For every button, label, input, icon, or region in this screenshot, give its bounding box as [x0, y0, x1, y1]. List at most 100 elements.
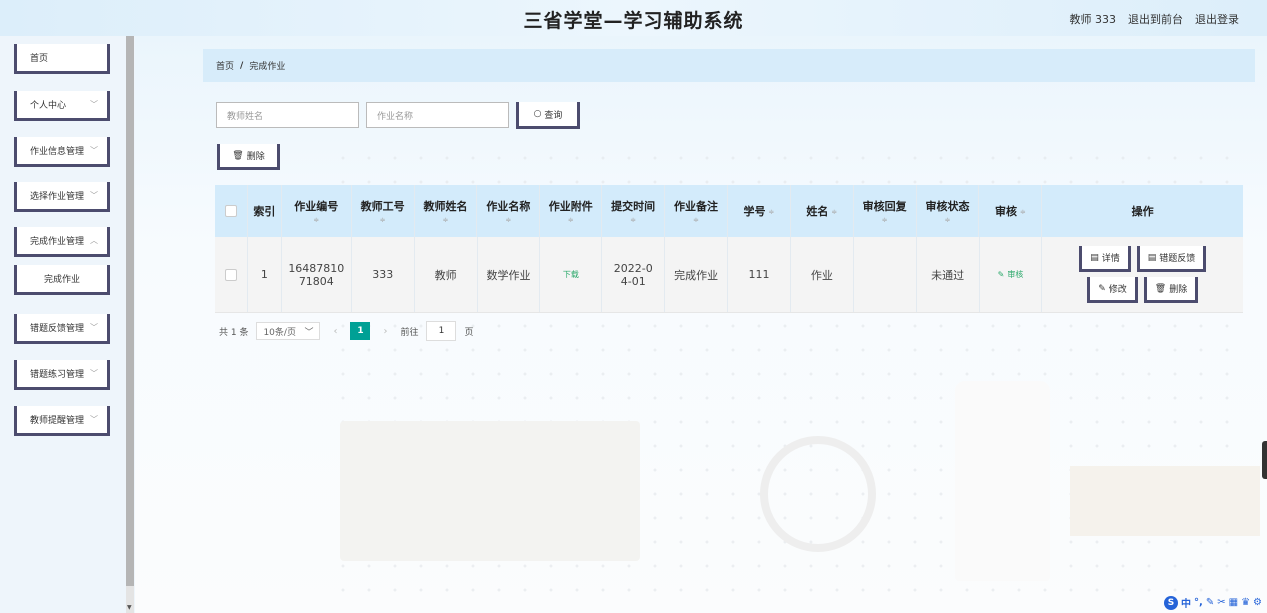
trash-icon: 🗑	[1154, 283, 1167, 294]
submit-time-cell: 2022-04-01	[602, 237, 666, 312]
row-checkbox[interactable]	[224, 268, 237, 281]
header-cell[interactable]: 审核状态 ≑	[917, 185, 980, 237]
header-cell[interactable]: 审核回复 ≑	[854, 185, 917, 237]
sidebar-item-label: 选择作业管理	[30, 192, 85, 202]
sort-icon[interactable]: ≑	[693, 216, 699, 224]
header-cell[interactable]: 姓名 ≑	[791, 185, 854, 237]
ime-pen-icon[interactable]: ✎	[1206, 597, 1214, 608]
chevron-down-icon: ﹀	[90, 100, 98, 109]
query-label: 查询	[544, 110, 563, 121]
sidebar-item-error-feedback[interactable]: 错题反馈管理 ﹀	[14, 314, 110, 344]
user-name: 教师 333	[1069, 13, 1117, 26]
search-icon: ○	[533, 109, 542, 119]
side-handle[interactable]	[1262, 441, 1267, 479]
teacher-name-cell: 教师	[415, 237, 478, 312]
background-decoration	[760, 436, 876, 552]
audit-status-cell: 未通过	[917, 237, 980, 312]
chevron-up-icon: ︿	[90, 236, 98, 245]
breadcrumb-separator: /	[240, 60, 244, 71]
header-cell[interactable]: 学号 ≑	[728, 185, 791, 237]
ime-logo-icon[interactable]: S	[1164, 595, 1179, 610]
homework-name-input[interactable]: 作业名称	[366, 102, 509, 128]
ime-scissors-icon[interactable]: ✂	[1217, 597, 1225, 608]
sort-icon[interactable]: ≑	[443, 216, 449, 224]
sidebar: 首页 个人中心 ﹀ 作业信息管理 ﹀ 选择作业管理 ﹀ 完成作业管理 ︿ 完成作业 错题…	[0, 36, 135, 613]
query-button[interactable]: ○ 查询	[516, 102, 580, 129]
prev-page-icon[interactable]: ‹	[328, 326, 342, 337]
sidebar-item-label: 作业信息管理	[30, 147, 85, 157]
sort-icon[interactable]: ≑	[313, 216, 319, 224]
header-cell: 操作	[1131, 205, 1154, 218]
homework-table: 索引 作业编号 ≑ 教师工号 ≑ 教师姓名 ≑ 作业名称 ≑ 作业附件 ≑ 提交时间 ≑ 作…	[215, 185, 1243, 313]
sidebar-item-choose-homework[interactable]: 选择作业管理 ﹀	[14, 182, 110, 212]
chevron-down-icon: ﹀	[90, 323, 98, 332]
index-cell: 1	[248, 237, 282, 312]
page-size-select[interactable]: 10条/页 ﹀	[256, 322, 321, 340]
trash-icon: 🗑	[232, 150, 244, 161]
sidebar-item-error-practice[interactable]: 错题练习管理 ﹀	[14, 360, 110, 390]
ime-mode-icon[interactable]: 中	[1181, 595, 1191, 610]
ime-punct-icon[interactable]: °,	[1194, 597, 1203, 608]
scrollbar-thumb[interactable]	[126, 36, 134, 586]
header-cell[interactable]: 提交时间 ≑	[602, 185, 666, 237]
sort-icon[interactable]: ≑	[882, 216, 888, 224]
scroll-down-icon[interactable]: ▼	[127, 604, 132, 611]
sidebar-item-teacher-reminder[interactable]: 教师提醒管理 ﹀	[14, 406, 110, 436]
back-to-front-link[interactable]: 退出到前台	[1128, 11, 1183, 27]
header-cell[interactable]: 作业名称 ≑	[477, 185, 541, 237]
sort-icon[interactable]: ≑	[568, 216, 574, 224]
next-page-icon[interactable]: ›	[378, 326, 392, 337]
document-icon: ▤	[1147, 252, 1157, 263]
detail-button[interactable]: ▤ 详情	[1079, 246, 1131, 272]
breadcrumb-home[interactable]: 首页	[216, 59, 234, 72]
error-feedback-button[interactable]: ▤ 错题反馈	[1136, 246, 1207, 272]
chevron-down-icon: ﹀	[304, 327, 314, 338]
header-cell[interactable]: 教师姓名 ≑	[415, 185, 478, 237]
sort-icon[interactable]: ≑	[1020, 208, 1026, 216]
sidebar-item-homework-info[interactable]: 作业信息管理 ﹀	[14, 137, 110, 167]
main-content: 首页 / 完成作业 教师姓名 作业名称 ○ 查询 🗑 删除 索引 作业编号 ≑ 教…	[190, 36, 1267, 613]
header-cell: 索引	[248, 185, 282, 237]
sidebar-item-completed-homework-mgmt[interactable]: 完成作业管理 ︿	[14, 227, 110, 257]
sort-icon[interactable]: ≑	[768, 208, 774, 216]
ime-keyboard-icon[interactable]: ▦	[1229, 597, 1238, 608]
logout-link[interactable]: 退出登录	[1195, 11, 1239, 27]
sidebar-item-home[interactable]: 首页	[14, 44, 110, 74]
header-cell[interactable]: 教师工号 ≑	[352, 185, 415, 237]
audit-link[interactable]: 审核	[1007, 269, 1023, 280]
sidebar-scrollbar[interactable]: ▼	[126, 36, 134, 613]
sort-icon[interactable]: ≑	[630, 216, 636, 224]
goto-page-input[interactable]: 1	[426, 321, 457, 341]
table-header: 索引 作业编号 ≑ 教师工号 ≑ 教师姓名 ≑ 作业名称 ≑ 作业附件 ≑ 提交时间 ≑ 作…	[215, 185, 1243, 237]
download-link[interactable]: 下载	[563, 269, 579, 280]
select-all-checkbox[interactable]	[224, 205, 237, 217]
teacher-no-cell: 333	[352, 237, 415, 312]
header-cell[interactable]: 作业编号 ≑	[282, 185, 352, 237]
sort-icon[interactable]: ≑	[380, 216, 386, 224]
header-cell[interactable]: 审核 ≑	[979, 185, 1043, 237]
delete-button[interactable]: 🗑 删除	[1143, 277, 1199, 303]
header-cell[interactable]: 作业附件 ≑	[540, 185, 603, 237]
sidebar-item-label: 完成作业	[43, 275, 80, 285]
sidebar-item-personal-center[interactable]: 个人中心 ﹀	[14, 91, 110, 121]
remark-cell: 完成作业	[665, 237, 729, 312]
sidebar-item-completed-homework[interactable]: 完成作业	[14, 265, 110, 295]
page-number-current[interactable]: 1	[350, 322, 371, 340]
teacher-name-input[interactable]: 教师姓名	[216, 102, 359, 128]
sort-icon[interactable]: ≑	[945, 216, 951, 224]
sidebar-item-label: 错题练习管理	[30, 370, 85, 380]
edit-button[interactable]: ✎ 修改	[1087, 277, 1138, 303]
select-all-cell	[215, 185, 248, 237]
chevron-down-icon: ﹀	[90, 415, 98, 424]
ime-skin-icon[interactable]: ♛	[1241, 597, 1250, 608]
ops-cell: ▤ 详情 ▤ 错题反馈 ✎ 修改 🗑 删除	[1042, 237, 1243, 312]
sort-icon[interactable]: ≑	[831, 208, 837, 216]
ime-toolbar[interactable]: S 中 °, ✎ ✂ ▦ ♛ ⚙	[1164, 595, 1262, 610]
header-cell[interactable]: 作业备注 ≑	[665, 185, 728, 237]
sort-icon[interactable]: ≑	[505, 216, 511, 224]
edit-icon[interactable]: ✎	[998, 270, 1005, 279]
ime-settings-icon[interactable]: ⚙	[1253, 597, 1262, 608]
batch-delete-button[interactable]: 🗑 删除	[217, 144, 280, 170]
background-decoration	[955, 381, 1050, 581]
homework-name-cell: 数学作业	[478, 237, 541, 312]
